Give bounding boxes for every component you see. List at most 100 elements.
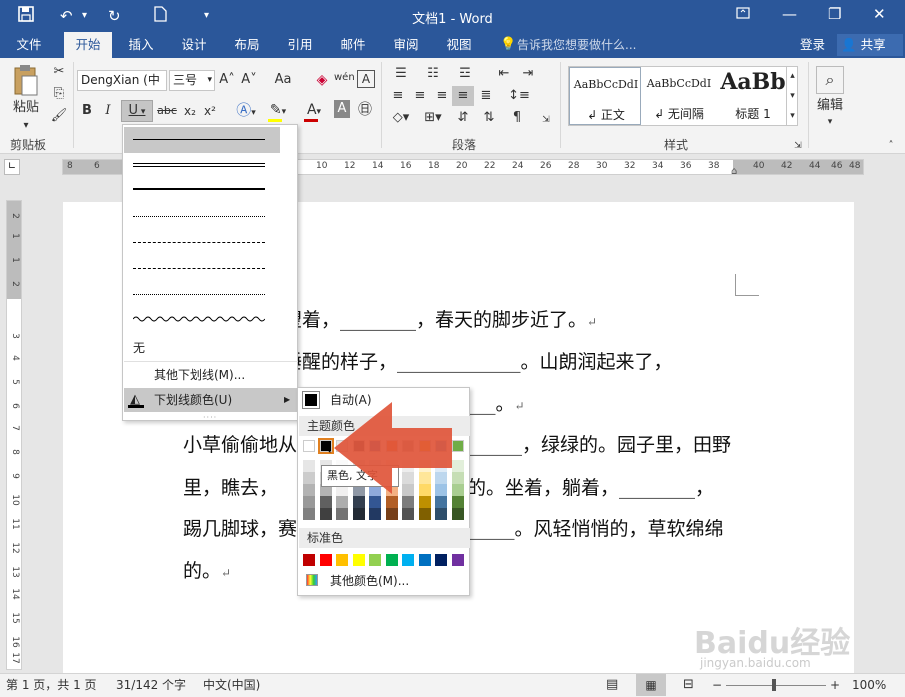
styles-dialog-launcher-icon[interactable]: ⇲ bbox=[792, 136, 804, 156]
strikethrough-button[interactable]: abc bbox=[156, 101, 178, 121]
underline-double[interactable] bbox=[133, 163, 265, 167]
underline-none-item[interactable]: 无 bbox=[124, 336, 298, 360]
style-no-spacing[interactable]: AaBbCcDdI ↲ 无间隔 bbox=[643, 67, 715, 125]
theme-color-swatch[interactable] bbox=[303, 460, 315, 472]
tab-file[interactable]: 文件 bbox=[6, 32, 52, 58]
auto-color-swatch[interactable] bbox=[302, 391, 320, 409]
show-marks-icon[interactable]: ¶ bbox=[506, 108, 528, 128]
doc-line[interactable]: 睡醒的样子，_____________。山朗润起来了， bbox=[283, 348, 673, 376]
justify-icon[interactable]: ≡ bbox=[452, 86, 474, 106]
theme-color-swatch[interactable] bbox=[319, 508, 332, 520]
word-count[interactable]: 31/142 个字 bbox=[116, 674, 186, 696]
zoom-slider[interactable] bbox=[726, 685, 826, 686]
paste-button[interactable]: 粘贴 bbox=[6, 98, 46, 118]
theme-color-swatch[interactable] bbox=[369, 508, 381, 520]
tab-layout[interactable]: 布局 bbox=[224, 32, 270, 58]
chinese-layout-icon[interactable]: ⇵ bbox=[452, 108, 474, 128]
print-layout-icon[interactable]: ▦ bbox=[636, 674, 666, 696]
theme-color-swatch[interactable] bbox=[303, 484, 315, 496]
increase-indent-icon[interactable]: ⇥ bbox=[518, 64, 538, 84]
doc-line[interactable]: 的。↵ bbox=[183, 557, 231, 587]
underline-color-item[interactable]: ◭ 下划线颜色(U) ▶ bbox=[124, 388, 298, 412]
doc-line[interactable]: 的。坐着，躺着，________， bbox=[467, 474, 714, 502]
zoom-slider-thumb[interactable] bbox=[772, 679, 776, 691]
doc-line[interactable]: 里，瞧去， bbox=[183, 474, 278, 502]
font-size-combo[interactable]: 三号 ▾ bbox=[169, 70, 215, 91]
subscript-button[interactable]: x₂ bbox=[181, 101, 199, 121]
format-painter-icon[interactable]: 🖌 bbox=[50, 106, 68, 126]
shading-icon[interactable]: ◇▾ bbox=[388, 108, 414, 128]
style-heading-1[interactable]: AaBb 标题 1 bbox=[717, 67, 789, 125]
doc-line[interactable]: 小草偷偷地从 bbox=[183, 431, 297, 459]
theme-color-swatch[interactable] bbox=[435, 508, 447, 520]
theme-color-swatch[interactable] bbox=[303, 440, 315, 452]
standard-color-swatch[interactable] bbox=[402, 554, 414, 566]
collapse-ribbon-icon[interactable]: ˄ bbox=[884, 136, 898, 156]
language-indicator[interactable]: 中文(中国) bbox=[203, 674, 260, 696]
cut-icon[interactable]: ✂ bbox=[50, 62, 68, 82]
standard-color-swatch[interactable] bbox=[352, 554, 365, 566]
underline-dash-dot[interactable] bbox=[133, 268, 265, 269]
standard-color-swatch[interactable] bbox=[336, 554, 348, 566]
theme-color-swatch[interactable] bbox=[451, 508, 464, 520]
standard-color-swatch[interactable] bbox=[385, 554, 398, 566]
doc-line[interactable]: ___。↵ bbox=[467, 390, 525, 420]
char-border-button[interactable]: A bbox=[357, 70, 375, 88]
underline-dotted[interactable] bbox=[133, 216, 265, 217]
standard-color-swatch[interactable] bbox=[303, 554, 315, 566]
doc-line[interactable]: 踢几脚球，赛 bbox=[183, 515, 297, 543]
clear-format-icon[interactable]: ◈ bbox=[313, 70, 331, 90]
right-indent-marker-icon[interactable]: ⌂ bbox=[731, 166, 737, 177]
tab-view[interactable]: 视图 bbox=[436, 32, 482, 58]
font-name-combo[interactable]: DengXian (中 bbox=[77, 70, 167, 91]
enclose-char-icon[interactable]: ㊐ bbox=[355, 100, 375, 120]
theme-color-swatch[interactable] bbox=[303, 496, 315, 508]
tab-references[interactable]: 引用 bbox=[277, 32, 323, 58]
multilevel-list-icon[interactable]: ☲ bbox=[452, 64, 478, 84]
italic-button[interactable]: I bbox=[101, 101, 115, 121]
theme-color-swatch[interactable] bbox=[418, 508, 431, 520]
doc-line[interactable]: ______，绿绿的。园子里，田野 bbox=[465, 431, 731, 459]
superscript-button[interactable]: x² bbox=[201, 101, 219, 121]
standard-color-swatch[interactable] bbox=[451, 554, 464, 566]
maximize-icon[interactable]: ❐ bbox=[828, 5, 841, 23]
doc-line[interactable]: _____。风轻悄悄的，草软绵绵 bbox=[467, 515, 724, 543]
theme-color-swatch[interactable] bbox=[319, 496, 332, 508]
char-shading-icon[interactable]: A bbox=[334, 100, 350, 118]
tab-mailings[interactable]: 邮件 bbox=[330, 32, 376, 58]
underline-dash-dot-dot[interactable] bbox=[133, 294, 265, 295]
standard-color-swatch[interactable] bbox=[435, 554, 447, 566]
align-center-icon[interactable]: ≡ bbox=[410, 86, 430, 106]
underline-button[interactable]: U ▾ bbox=[121, 100, 153, 122]
minimize-icon[interactable]: — bbox=[782, 5, 797, 23]
distributed-icon[interactable]: ≣ bbox=[476, 86, 496, 106]
decrease-indent-icon[interactable]: ⇤ bbox=[494, 64, 514, 84]
dialog-launcher-icon[interactable]: ⇲ bbox=[540, 110, 552, 130]
read-mode-icon[interactable]: ▤ bbox=[606, 674, 618, 696]
paste-icon[interactable] bbox=[10, 64, 42, 100]
change-case-button[interactable]: Aa bbox=[271, 70, 295, 90]
highlight-color-icon[interactable]: ✎▾ bbox=[264, 100, 292, 122]
theme-color-swatch[interactable] bbox=[303, 472, 315, 484]
style-normal[interactable]: AaBbCcDdI ↲ 正文 bbox=[569, 67, 641, 125]
numbering-icon[interactable]: ☷ bbox=[420, 64, 446, 84]
tab-selector-icon[interactable]: ∟ bbox=[4, 159, 20, 175]
signin-link[interactable]: 登录 bbox=[800, 32, 825, 58]
theme-color-swatch[interactable] bbox=[303, 508, 315, 520]
theme-color-swatch[interactable] bbox=[385, 508, 398, 520]
underline-thick[interactable] bbox=[133, 188, 265, 190]
standard-color-swatch[interactable] bbox=[319, 554, 332, 566]
underline-wavy[interactable] bbox=[133, 315, 265, 323]
align-left-icon[interactable]: ≡ bbox=[388, 86, 408, 106]
bold-button[interactable]: B bbox=[80, 101, 94, 121]
bullets-icon[interactable]: ☰ bbox=[388, 64, 414, 84]
shrink-font-button[interactable]: A˅ bbox=[240, 70, 258, 90]
tell-me-input[interactable]: 告诉我您想要做什么... bbox=[517, 32, 636, 58]
more-colors-item[interactable]: 其他颜色(M)... bbox=[330, 572, 409, 589]
font-color-icon[interactable]: A▾ bbox=[300, 100, 328, 122]
close-icon[interactable]: ✕ bbox=[873, 5, 886, 23]
doc-line[interactable]: 望着，________，春天的脚步近了。↵ bbox=[283, 306, 597, 336]
standard-color-swatch[interactable] bbox=[369, 554, 381, 566]
page-count[interactable]: 第 1 页，共 1 页 bbox=[6, 674, 97, 696]
line-spacing-icon[interactable]: ↕≡ bbox=[506, 86, 532, 106]
